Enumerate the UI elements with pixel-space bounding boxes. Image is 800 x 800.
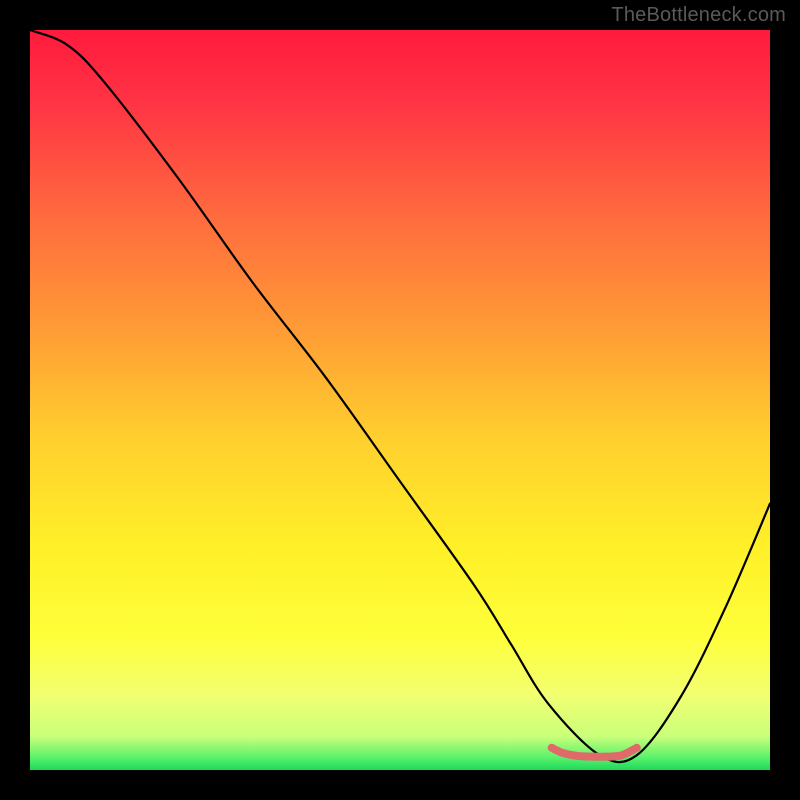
gradient-background — [30, 30, 770, 770]
watermark-label: TheBottleneck.com — [611, 4, 786, 27]
chart-frame: TheBottleneck.com — [0, 0, 800, 800]
chart-svg — [30, 30, 770, 770]
plot-area — [30, 30, 770, 770]
